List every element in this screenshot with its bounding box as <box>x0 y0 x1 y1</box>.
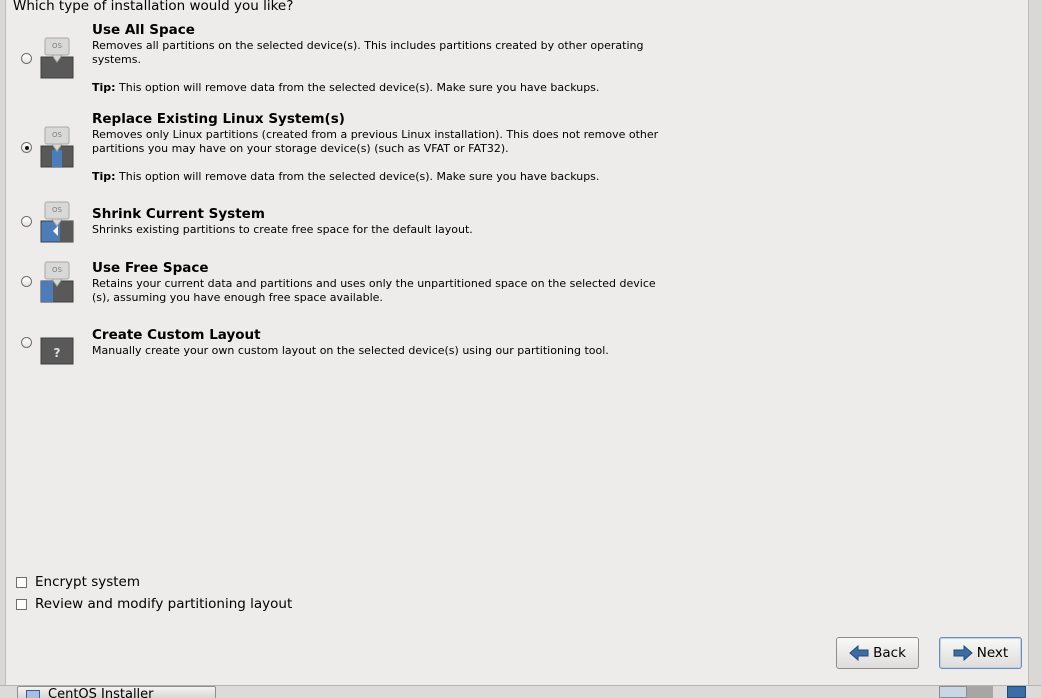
radio-replace-existing-linux[interactable] <box>21 142 32 153</box>
option-title: Use Free Space <box>92 260 209 276</box>
description-line: partitions you may have on your storage … <box>92 142 509 155</box>
tip-text: This option will remove data from the se… <box>115 170 600 183</box>
description-line: systems. <box>92 53 141 66</box>
option-tip: Tip: This option will remove data from t… <box>92 81 599 94</box>
disk-shrink-icon: OS <box>40 201 74 243</box>
svg-text:OS: OS <box>52 42 63 50</box>
disk-replace-linux-icon: OS <box>40 126 74 168</box>
arrow-left-icon <box>849 645 869 661</box>
description-line: Retains your current data and partitions… <box>92 277 656 290</box>
svg-text:OS: OS <box>52 206 63 214</box>
disk-custom-icon: ? <box>40 337 74 365</box>
encrypt-system-checkbox[interactable]: Encrypt system <box>16 574 140 590</box>
checkbox-label: Review and modify partitioning layout <box>35 596 293 612</box>
option-description: Manually create your own custom layout o… <box>92 344 692 358</box>
description-line: Manually create your own custom layout o… <box>92 344 609 357</box>
option-description: Shrinks existing partitions to create fr… <box>92 223 692 237</box>
option-title: Shrink Current System <box>92 206 265 222</box>
window-frame-right <box>1028 0 1041 685</box>
option-description: Retains your current data and partitions… <box>92 277 692 305</box>
svg-text:OS: OS <box>52 266 63 274</box>
radio-use-free-space[interactable] <box>21 276 32 287</box>
checkbox-box[interactable] <box>16 599 27 610</box>
next-button[interactable]: Next <box>939 637 1022 669</box>
workspace-2-icon[interactable] <box>967 686 993 698</box>
tip-label: Tip: <box>92 81 116 94</box>
disk-use-all-icon: OS <box>40 37 74 79</box>
tip-label: Tip: <box>92 170 116 183</box>
window-frame-left <box>0 0 6 685</box>
svg-text:OS: OS <box>52 131 63 139</box>
option-title: Create Custom Layout <box>92 327 261 343</box>
taskbar: CentOS Installer <box>0 685 1041 698</box>
review-partitioning-checkbox[interactable]: Review and modify partitioning layout <box>16 596 292 612</box>
svg-text:?: ? <box>54 346 61 360</box>
show-desktop-icon[interactable] <box>1007 686 1026 698</box>
disk-free-space-icon: OS <box>40 261 74 303</box>
tip-text: This option will remove data from the se… <box>115 81 600 94</box>
back-button-label: Back <box>873 645 906 661</box>
workspace-1-icon[interactable] <box>939 686 967 698</box>
taskbar-window-title: CentOS Installer <box>48 687 154 698</box>
radio-shrink-current-system[interactable] <box>21 216 32 227</box>
option-title: Replace Existing Linux System(s) <box>92 111 345 127</box>
checkbox-box[interactable] <box>16 577 27 588</box>
back-button[interactable]: Back <box>836 637 919 669</box>
radio-create-custom-layout[interactable] <box>21 337 32 348</box>
description-line: Shrinks existing partitions to create fr… <box>92 223 473 236</box>
description-line: (s), assuming you have enough free space… <box>92 291 383 304</box>
next-button-label: Next <box>976 645 1009 661</box>
option-description: Removes all partitions on the selected d… <box>92 39 692 67</box>
option-title: Use All Space <box>92 22 195 38</box>
taskbar-window-button[interactable]: CentOS Installer <box>17 686 216 698</box>
checkbox-label: Encrypt system <box>35 574 141 590</box>
option-description: Removes only Linux partitions (created f… <box>92 128 692 156</box>
arrow-right-icon <box>953 645 973 661</box>
radio-use-all-space[interactable] <box>21 53 32 64</box>
description-line: Removes all partitions on the selected d… <box>92 39 644 52</box>
description-line: Removes only Linux partitions (created f… <box>92 128 659 141</box>
option-tip: Tip: This option will remove data from t… <box>92 170 599 183</box>
page-question: Which type of installation would you lik… <box>13 0 294 14</box>
